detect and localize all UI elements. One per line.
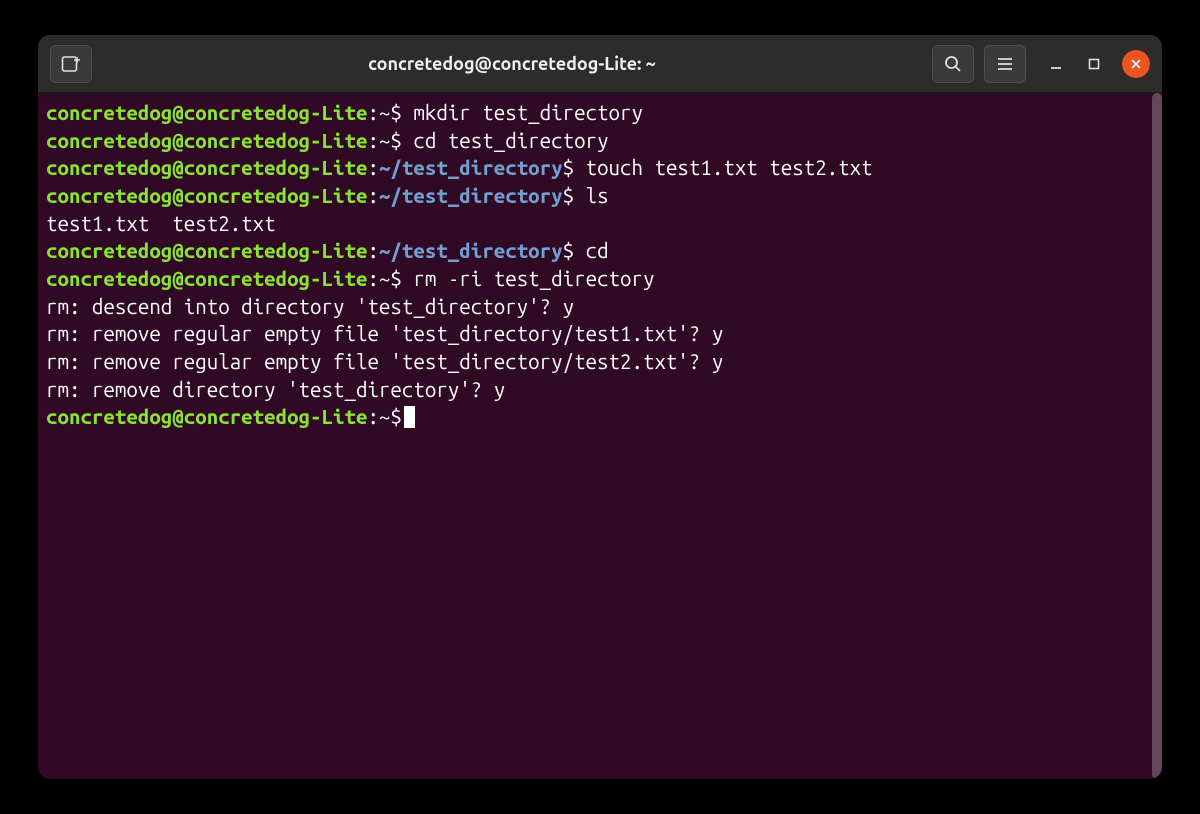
prompt-user-host: concretedog@concretedog-Lite — [46, 405, 367, 428]
new-tab-icon — [61, 55, 81, 73]
command-text: mkdir test_directory — [402, 101, 643, 124]
hamburger-icon — [997, 57, 1013, 71]
terminal-line: concretedog@concretedog-Lite:~$ — [46, 403, 1154, 431]
prompt-colon: : — [367, 267, 378, 290]
window-title: concretedog@concretedog-Lite: ~ — [102, 54, 922, 74]
prompt-user-host: concretedog@concretedog-Lite — [46, 239, 367, 262]
terminal-line: rm: remove directory 'test_directory'? y — [46, 376, 1154, 404]
output-text: rm: remove regular empty file 'test_dire… — [46, 350, 723, 373]
terminal-line: concretedog@concretedog-Lite:~/test_dire… — [46, 237, 1154, 265]
search-button[interactable] — [932, 45, 974, 83]
prompt-path: ~/test_directory — [379, 184, 563, 207]
prompt-dollar: $ — [563, 239, 574, 262]
prompt-path: ~ — [379, 405, 390, 428]
prompt-colon: : — [367, 239, 378, 262]
terminal-line: concretedog@concretedog-Lite:~/test_dire… — [46, 182, 1154, 210]
prompt-user-host: concretedog@concretedog-Lite — [46, 267, 367, 290]
prompt-path: ~/test_directory — [379, 156, 563, 179]
prompt-colon: : — [367, 101, 378, 124]
prompt-path: ~ — [379, 101, 390, 124]
command-text: touch test1.txt test2.txt — [574, 156, 872, 179]
prompt-dollar: $ — [390, 101, 401, 124]
terminal-line: rm: remove regular empty file 'test_dire… — [46, 348, 1154, 376]
prompt-dollar: $ — [563, 156, 574, 179]
output-text: rm: remove regular empty file 'test_dire… — [46, 322, 723, 345]
window-controls — [1046, 50, 1150, 78]
new-tab-button[interactable] — [50, 45, 92, 83]
command-text: cd — [574, 239, 608, 262]
output-text: rm: remove directory 'test_directory'? y — [46, 378, 505, 401]
terminal-line: concretedog@concretedog-Lite:~$ rm -ri t… — [46, 265, 1154, 293]
minimize-icon — [1049, 57, 1063, 71]
prompt-colon: : — [367, 129, 378, 152]
terminal-line: concretedog@concretedog-Lite:~$ mkdir te… — [46, 99, 1154, 127]
prompt-dollar: $ — [390, 405, 401, 428]
prompt-colon: : — [367, 184, 378, 207]
prompt-colon: : — [367, 405, 378, 428]
terminal-line: rm: descend into directory 'test_directo… — [46, 293, 1154, 321]
prompt-path: ~/test_directory — [379, 239, 563, 262]
prompt-dollar: $ — [563, 184, 574, 207]
prompt-user-host: concretedog@concretedog-Lite — [46, 129, 367, 152]
output-text: rm: descend into directory 'test_directo… — [46, 295, 574, 318]
prompt-colon: : — [367, 156, 378, 179]
scrollbar-track — [1152, 93, 1162, 779]
prompt-dollar: $ — [390, 267, 401, 290]
close-button[interactable] — [1122, 50, 1150, 78]
terminal-line: test1.txt test2.txt — [46, 210, 1154, 238]
scrollbar-thumb[interactable] — [1152, 93, 1162, 779]
terminal-window: concretedog@concretedog-Lite: ~ — [38, 35, 1162, 779]
command-text: rm -ri test_directory — [402, 267, 655, 290]
command-text: ls — [574, 184, 608, 207]
terminal-line: concretedog@concretedog-Lite:~/test_dire… — [46, 154, 1154, 182]
terminal-line: concretedog@concretedog-Lite:~$ cd test_… — [46, 127, 1154, 155]
menu-button[interactable] — [984, 45, 1026, 83]
prompt-path: ~ — [379, 129, 390, 152]
close-icon — [1130, 58, 1142, 70]
minimize-button[interactable] — [1046, 54, 1066, 74]
maximize-button[interactable] — [1084, 54, 1104, 74]
output-text: test1.txt test2.txt — [46, 212, 276, 235]
command-text: cd test_directory — [402, 129, 609, 152]
terminal-output-area[interactable]: concretedog@concretedog-Lite:~$ mkdir te… — [38, 93, 1162, 779]
terminal-line: rm: remove regular empty file 'test_dire… — [46, 320, 1154, 348]
prompt-user-host: concretedog@concretedog-Lite — [46, 101, 367, 124]
maximize-icon — [1087, 57, 1101, 71]
prompt-dollar: $ — [390, 129, 401, 152]
titlebar: concretedog@concretedog-Lite: ~ — [38, 35, 1162, 93]
prompt-user-host: concretedog@concretedog-Lite — [46, 156, 367, 179]
cursor — [404, 406, 415, 428]
prompt-user-host: concretedog@concretedog-Lite — [46, 184, 367, 207]
search-icon — [944, 55, 962, 73]
prompt-path: ~ — [379, 267, 390, 290]
